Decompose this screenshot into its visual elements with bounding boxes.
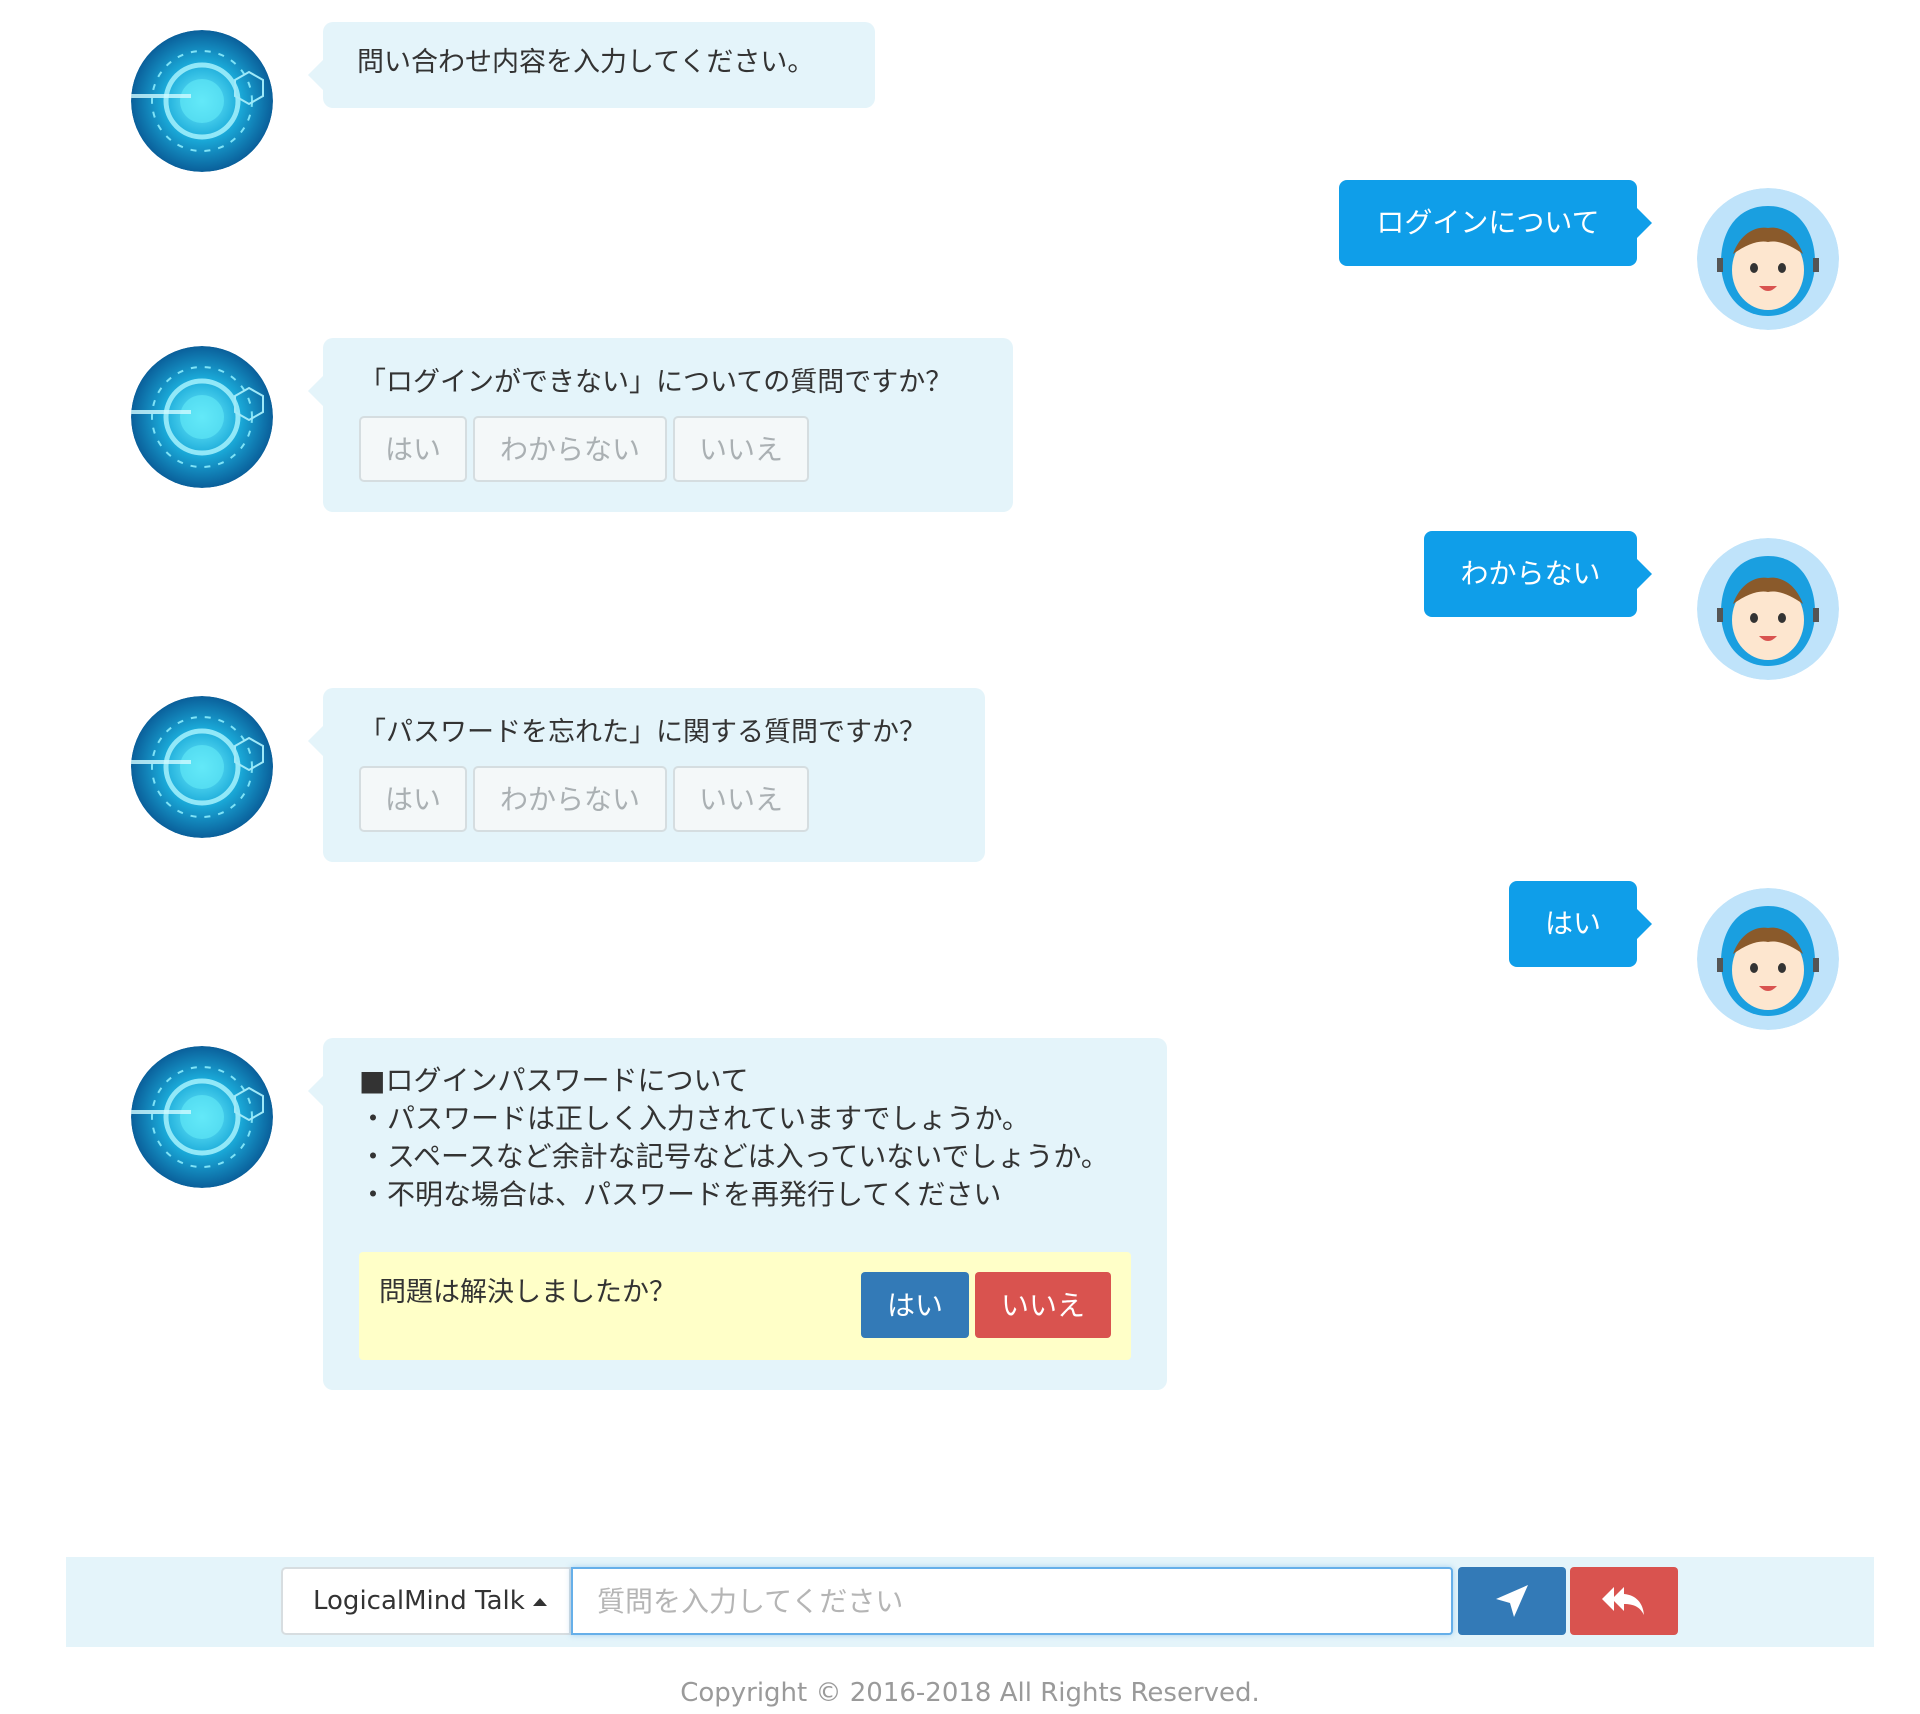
bot-message-text: 「パスワードを忘れた」に関する質問ですか？ [359,717,926,748]
bot-answer: ■ログインパスワードについて ・パスワードは正しく入力されていますでしょうか。 … [308,1038,1167,1390]
answer-line: ■ログインパスワードについて [359,1064,749,1097]
bot-message-text: 問い合わせ内容を入力してください。 [357,47,815,78]
resolved-no-button[interactable]: いいえ [975,1272,1111,1338]
choice-unknown-button[interactable]: わからない [473,416,667,482]
copyright: Copyright © 2016-2018 All Rights Reserve… [680,1678,1260,1708]
user-message: はい [1509,881,1652,967]
choice-group: はい わからない いいえ [359,766,949,832]
back-button[interactable] [1570,1567,1678,1635]
caret-up-icon [532,1597,547,1606]
user-message-text: はい [1544,907,1601,940]
bot-message-text: 「ログインができない」についての質問ですか？ [359,367,953,398]
user-avatar [1697,538,1839,680]
input-bar: LogicalMind Talk [66,1557,1874,1647]
answer-line: ・パスワードは正しく入力されていますでしょうか。 [359,1102,1030,1135]
bot-message: 「ログインができない」についての質問ですか？ はい わからない いいえ [308,338,1013,512]
bot-avatar [131,346,273,488]
user-message: ログインについて [1339,180,1652,266]
user-message-text: ログインについて [1376,206,1600,239]
choice-no-button[interactable]: いいえ [673,766,809,832]
choice-group: はい わからない いいえ [359,416,977,482]
choice-no-button[interactable]: いいえ [673,416,809,482]
answer-line: ・スペースなど余計な記号などは入っていないでしょうか。 [359,1140,1109,1173]
bot-avatar [131,30,273,172]
user-message-text: わからない [1460,557,1601,590]
resolved-yes-button[interactable]: はい [861,1272,969,1338]
choice-yes-button[interactable]: はい [359,766,467,832]
paper-plane-icon [1496,1585,1528,1617]
user-message: わからない [1424,531,1652,617]
answer-line: ・不明な場合は、パスワードを再発行してください [359,1178,1002,1211]
answer-lines: ■ログインパスワードについて ・パスワードは正しく入力されていますでしょうか。 … [359,1062,1131,1214]
mode-label: LogicalMind Talk [313,1586,525,1616]
bot-message: 問い合わせ内容を入力してください。 [308,22,875,108]
resolve-question: 問題は解決しましたか？ [379,1277,676,1308]
resolve-panel: 問題は解決しましたか？ はい いいえ [359,1252,1131,1360]
choice-yes-button[interactable]: はい [359,416,467,482]
bot-message: 「パスワードを忘れた」に関する質問ですか？ はい わからない いいえ [308,688,985,862]
user-avatar [1697,188,1839,330]
bot-avatar [131,1046,273,1188]
choice-unknown-button[interactable]: わからない [473,766,667,832]
user-avatar [1697,888,1839,1030]
send-button[interactable] [1458,1567,1566,1635]
question-input[interactable] [571,1567,1453,1635]
reply-all-icon [1602,1587,1644,1615]
bot-avatar [131,696,273,838]
mode-dropdown[interactable]: LogicalMind Talk [281,1567,571,1635]
